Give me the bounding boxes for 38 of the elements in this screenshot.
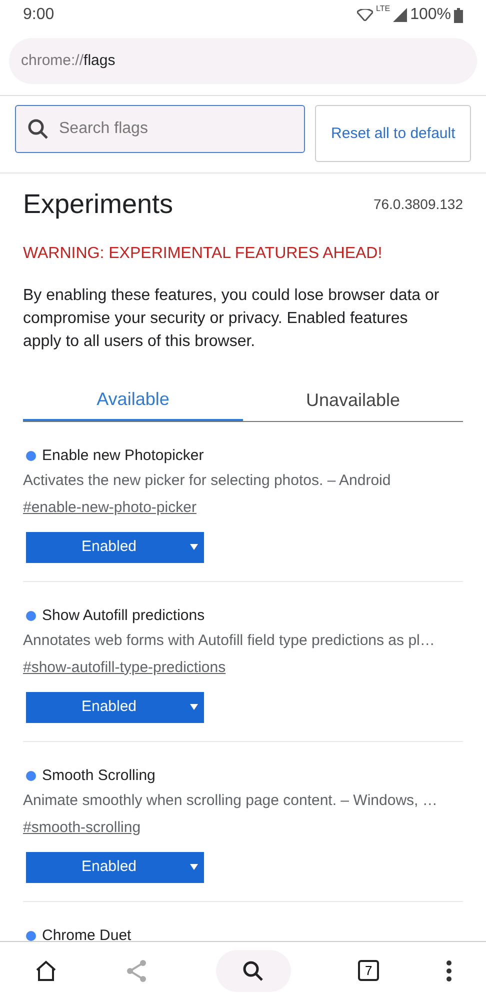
flag-name: Chrome Duet: [42, 926, 132, 941]
reset-button[interactable]: Reset all to default: [315, 105, 471, 162]
search-icon: [27, 118, 49, 140]
caret-icon: [190, 544, 198, 550]
clock: 9:00: [23, 5, 54, 25]
menu-icon[interactable]: [446, 960, 452, 982]
signal-icon: [393, 8, 408, 22]
flag-select[interactable]: Enabled: [26, 692, 204, 722]
flag-link[interactable]: #show-autofill-type-predictions: [23, 658, 226, 676]
tab[interactable]: Available: [23, 380, 243, 420]
intro-text: By enabling these features, you could lose browser data or compromise your security or privacy. Enabled features apply to all users of this browser.: [23, 286, 440, 352]
tab[interactable]: Unavailable: [243, 380, 463, 420]
flag-link[interactable]: #enable-new-photo-picker: [23, 498, 196, 516]
version-label: 76.0.3809.132: [373, 194, 463, 214]
flag-select[interactable]: Enabled: [26, 852, 204, 882]
search-field[interactable]: Search flags: [15, 105, 306, 153]
warning-text: WARNING: EXPERIMENTAL FEATURES AHEAD!: [23, 244, 384, 264]
home-icon[interactable]: [34, 958, 58, 982]
search-button[interactable]: [216, 950, 291, 992]
page-title: Experiments: [23, 188, 174, 221]
flag-name: Show Autofill predictions: [42, 606, 205, 626]
network-label: LTE: [376, 3, 390, 15]
caret-icon: [190, 864, 198, 870]
flag-link[interactable]: #smooth-scrolling: [23, 818, 141, 836]
wifi-icon: [357, 9, 373, 21]
flag-name: Enable new Photopicker: [42, 446, 204, 466]
url-text: chrome://flags: [21, 50, 116, 71]
battery-level: 100%: [410, 5, 451, 25]
flag-name: Smooth Scrolling: [42, 766, 156, 786]
search-icon: [242, 960, 264, 982]
battery-icon: [454, 8, 463, 22]
flag-description: Annotates web forms with Autofill field type predictions as pl…: [23, 630, 436, 650]
flag-description: Activates the new picker for selecting photos. – Android: [23, 470, 392, 490]
caret-icon: [190, 704, 198, 710]
address-bar[interactable]: chrome://flags: [9, 38, 477, 84]
flag-description: Animate smoothly when scrolling page content. – Windows, …: [23, 790, 438, 810]
tab-switcher-button[interactable]: 7: [358, 960, 380, 981]
flag-select[interactable]: Enabled: [26, 532, 204, 562]
